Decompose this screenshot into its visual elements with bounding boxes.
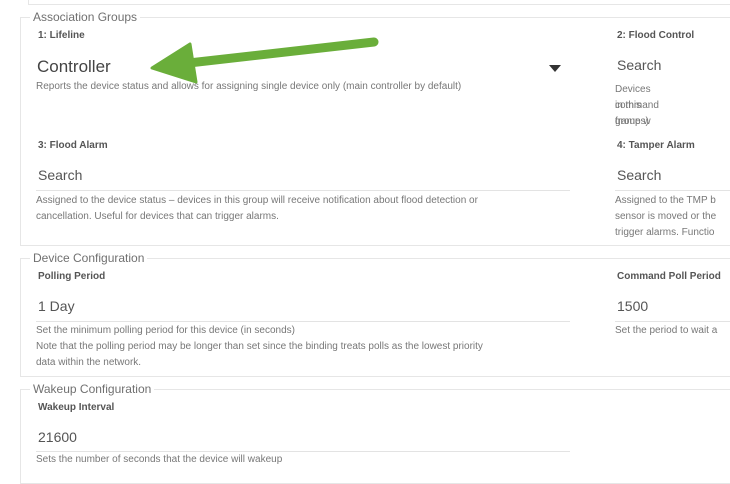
polling-period-description-3: data within the network. (36, 357, 142, 368)
arrow-pointer-icon (150, 37, 379, 84)
previous-panel-edge (28, 0, 730, 5)
lifeline-label: 1: Lifeline (38, 30, 85, 41)
tamper-alarm-description-3: trigger alarms. Functio (615, 227, 715, 238)
polling-period-input[interactable]: 1 Day (38, 298, 75, 314)
device-configuration-legend: Device Configuration (33, 251, 145, 265)
command-poll-period-underline (615, 321, 730, 322)
polling-period-description-2: Note that the polling period may be long… (36, 341, 483, 352)
flood-alarm-underline (36, 190, 570, 191)
wakeup-interval-label: Wakeup Interval (38, 402, 115, 413)
flood-control-label: 2: Flood Control (617, 30, 695, 41)
lifeline-select[interactable]: Controller (37, 57, 111, 77)
wakeup-configuration-section: Wakeup Configuration (20, 382, 730, 484)
command-poll-period-label: Command Poll Period (617, 271, 721, 282)
tamper-alarm-underline (615, 190, 730, 191)
tamper-alarm-description-2: sensor is moved or the (615, 211, 717, 222)
flood-control-description-2: command frames) (615, 100, 659, 127)
association-groups-legend: Association Groups (33, 10, 138, 24)
wakeup-configuration-legend: Wakeup Configuration (33, 382, 152, 396)
tamper-alarm-label: 4: Tamper Alarm (617, 140, 695, 151)
polling-period-underline (36, 321, 570, 322)
command-poll-period-description: Set the period to wait a (615, 325, 718, 336)
flood-alarm-search-input[interactable]: Search (38, 167, 82, 183)
command-poll-period-input[interactable]: 1500 (617, 298, 648, 314)
polling-period-description-1: Set the minimum polling period for this … (36, 325, 296, 336)
caret-down-icon[interactable] (549, 65, 561, 72)
tamper-alarm-description-1: Assigned to the TMP b (615, 195, 716, 206)
wakeup-interval-input[interactable]: 21600 (38, 429, 77, 445)
flood-alarm-description-1: Assigned to the device status – devices … (36, 195, 478, 206)
flood-alarm-label: 3: Flood Alarm (38, 140, 108, 151)
flood-alarm-description-2: cancellation. Useful for devices that ca… (36, 211, 279, 222)
flood-control-search-input[interactable]: Search (617, 57, 661, 73)
polling-period-label: Polling Period (38, 271, 106, 282)
tamper-alarm-search-input[interactable]: Search (617, 167, 661, 183)
